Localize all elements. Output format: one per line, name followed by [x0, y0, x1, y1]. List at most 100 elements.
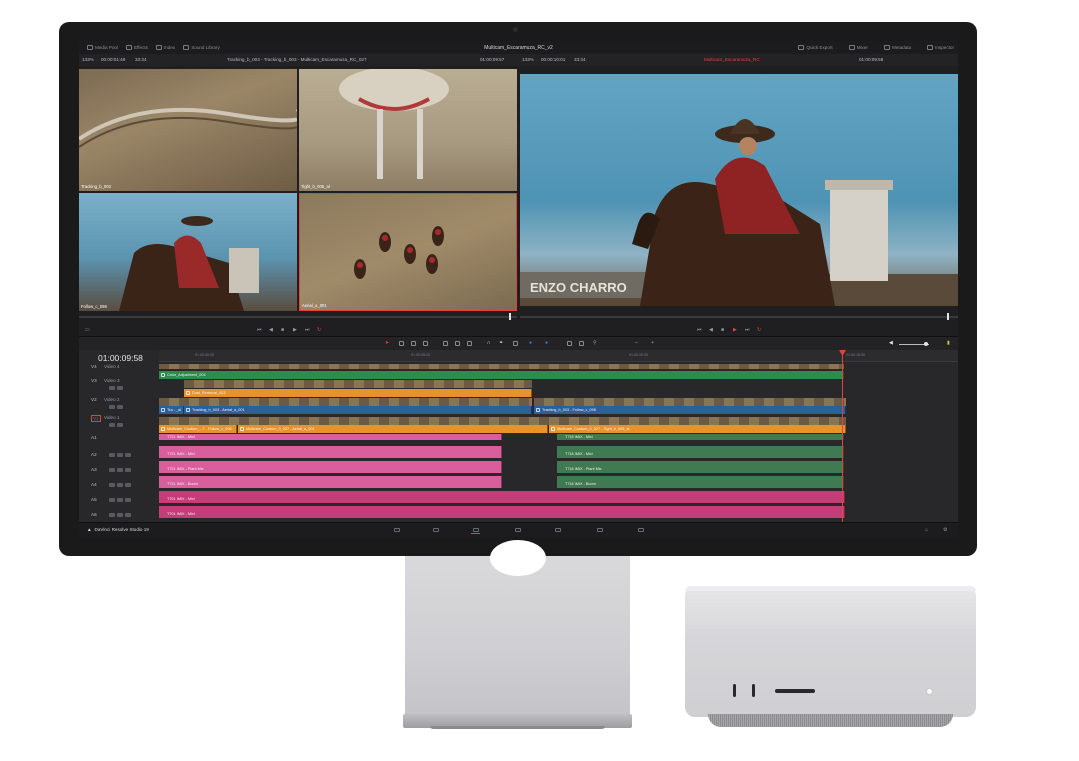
timeline-name[interactable]: Multicam_Escaramuza_RC [704, 57, 760, 62]
clip-a3-b[interactable]: T718 IMIX - Plant Mic [557, 461, 844, 473]
clip-v1-c[interactable]: Multicam_Custom_0_027 - Tight_b_005_al [549, 425, 846, 433]
clip-v2-b[interactable]: Tracking_b_003 - Aerial_a_001 [184, 406, 532, 414]
program-next-clip-icon[interactable]: ⏭ [745, 327, 750, 333]
lock-icon[interactable] [109, 386, 115, 390]
position-lock-icon[interactable] [513, 341, 518, 346]
track-header-a3[interactable]: A3 [79, 463, 159, 478]
program-scrubber[interactable] [520, 316, 958, 318]
source-zoom[interactable]: 133% [82, 57, 94, 62]
media-page-button[interactable] [392, 526, 401, 534]
track-header-v1[interactable]: V1 Video 1 [79, 414, 159, 432]
zoom-in-icon[interactable]: + [651, 340, 654, 346]
deliver-page-button[interactable] [636, 526, 645, 534]
program-viewer[interactable]: ENZO CHARRO [520, 74, 958, 306]
zoom-detail-icon[interactable] [579, 341, 584, 346]
clip-a2-b[interactable]: T718 IMIX - Mixl [557, 446, 844, 458]
clip-dust-removal[interactable]: Dust_Removal_003 [184, 389, 532, 397]
insert-clip-icon[interactable] [443, 341, 448, 346]
effects-button[interactable]: Effects [125, 45, 148, 50]
track-header-a5[interactable]: A5 [79, 493, 159, 508]
next-clip-icon[interactable]: ⏭ [305, 327, 310, 333]
play-icon[interactable]: ▶ [293, 327, 297, 333]
sound-library-button[interactable]: Sound Library [183, 45, 220, 50]
clip-a4-a[interactable]: T721 IMIX - Boom [159, 476, 502, 488]
program-stop-icon[interactable]: ■ [721, 327, 724, 333]
track-header-a1[interactable]: A1 [79, 434, 159, 448]
mute-icon[interactable] [117, 483, 123, 487]
clip-v2-c[interactable]: Tracking_b_003 - Follow_c_098 [534, 406, 846, 414]
clip-v2-a[interactable]: Tra..._al [159, 406, 184, 414]
zoom-custom-icon[interactable]: ⚲ [593, 340, 597, 346]
edit-page-button[interactable] [471, 526, 480, 534]
snapping-icon[interactable]: ∩ [487, 340, 491, 346]
program-loop-icon[interactable]: ↻ [757, 327, 761, 333]
clip-a1-b[interactable]: T718 IMIX - Mixl [557, 434, 844, 440]
fairlight-page-button[interactable] [595, 526, 604, 534]
inspector-button[interactable]: Inspector [927, 45, 954, 50]
overwrite-clip-icon[interactable] [455, 341, 460, 346]
multicam-angle-3[interactable]: Follow_c_098 [79, 193, 297, 311]
program-play-icon[interactable]: ▶ [733, 327, 737, 333]
loop-icon[interactable]: ↻ [317, 327, 321, 333]
lock-icon[interactable] [109, 483, 115, 487]
reverse-icon[interactable]: ◀ [269, 327, 273, 333]
zoom-full-icon[interactable] [567, 341, 572, 346]
replace-clip-icon[interactable] [467, 341, 472, 346]
clip-a4-b[interactable]: T718 IMIX - Boom [557, 476, 844, 488]
color-page-button[interactable] [553, 526, 562, 534]
multicam-angle-2[interactable]: Tight_b_005_al [299, 69, 517, 191]
selection-tool-icon[interactable]: ➤ [385, 340, 389, 346]
clip-a5[interactable]: T701 IMIX - Mixl [159, 491, 845, 503]
track-header-v3[interactable]: V3 Video 3 [79, 377, 159, 395]
mute-icon[interactable] [117, 513, 123, 517]
program-prev-clip-icon[interactable]: ⏮ [697, 327, 702, 333]
clip-a6[interactable]: T701 IMIX - Mixl [159, 506, 845, 518]
trim-tool-icon[interactable] [399, 341, 404, 346]
clip-color-adjustment[interactable]: Color_Adjustment_004 [159, 371, 844, 379]
lock-icon[interactable] [109, 405, 115, 409]
source-scrubber[interactable] [79, 316, 517, 318]
lock-icon[interactable] [109, 498, 115, 502]
timeline-panel[interactable]: 01:00:09:58 01:00:00:00 01:00:05:00 01:0… [79, 350, 958, 522]
solo-icon[interactable] [125, 498, 131, 502]
program-zoom[interactable]: 133% [522, 57, 534, 62]
clip-v1-a[interactable]: Multicam_Custom_...7 - Follow_c_098 [159, 425, 237, 433]
quick-export-button[interactable]: Quick Export [798, 45, 833, 50]
auto-select-icon[interactable] [117, 405, 123, 409]
mute-icon[interactable] [117, 468, 123, 472]
zoom-out-icon[interactable]: – [635, 340, 638, 346]
index-button[interactable]: Index [155, 45, 175, 50]
track-header-v4[interactable]: V4 Video 4 [79, 363, 159, 377]
lock-icon[interactable] [109, 453, 115, 457]
mute-icon[interactable] [117, 453, 123, 457]
track-header-v2[interactable]: V2 Video 2 [79, 396, 159, 414]
clip-a1-a[interactable]: T721 IMIX - Mixl [159, 434, 502, 440]
prev-clip-icon[interactable]: ⏮ [257, 327, 262, 333]
flag-icon[interactable]: ● [529, 340, 532, 346]
clip-a2-a[interactable]: T721 IMIX - Mixl [159, 446, 502, 458]
marker-icon[interactable]: ● [545, 340, 548, 346]
track-header-a2[interactable]: A2 [79, 448, 159, 463]
solo-icon[interactable] [125, 453, 131, 457]
solo-icon[interactable] [125, 513, 131, 517]
source-scrub-head[interactable] [509, 313, 511, 320]
clip-a3-a[interactable]: T721 IMIX - Plant Mic [159, 461, 502, 473]
mute-icon[interactable] [117, 498, 123, 502]
multicam-angle-1[interactable]: Tracking_b_003 [79, 69, 297, 191]
timeline-ruler[interactable]: 01:00:00:00 01:00:05:00 01:00:10:00 01:0… [159, 350, 958, 362]
lock-icon[interactable] [109, 513, 115, 517]
lock-icon[interactable] [109, 423, 115, 427]
speaker-icon[interactable]: ◀ [889, 340, 893, 346]
multicam-angle-4-active[interactable]: Aerial_a_001 [299, 193, 517, 311]
media-pool-button[interactable]: Media Pool [87, 45, 118, 50]
source-clip-title[interactable]: Tracking_b_003 - Tracking_b_003 - Multic… [227, 57, 367, 62]
track-header-a6[interactable]: A6 [79, 508, 159, 522]
auto-select-icon[interactable] [117, 423, 123, 427]
volume-knob[interactable] [924, 342, 928, 346]
program-reverse-icon[interactable]: ◀ [709, 327, 713, 333]
settings-gear-icon[interactable]: ⚙ [943, 527, 947, 533]
monitor-icon[interactable]: ▭ [85, 327, 90, 333]
cut-page-button[interactable] [431, 526, 440, 534]
lock-icon[interactable] [109, 468, 115, 472]
metadata-button[interactable]: Metadata [883, 45, 911, 50]
